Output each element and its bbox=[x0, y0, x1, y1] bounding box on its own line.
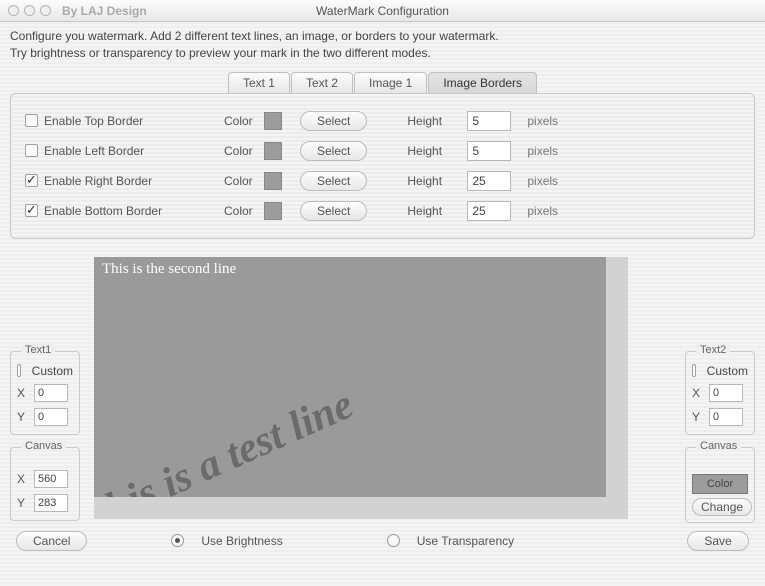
height-input-top[interactable] bbox=[467, 111, 511, 131]
text1-x-label: X bbox=[17, 386, 29, 400]
zoom-icon[interactable] bbox=[40, 5, 51, 16]
color-swatch-right[interactable] bbox=[264, 172, 282, 190]
label-bottom-border: Enable Bottom Border bbox=[44, 204, 224, 218]
color-label: Color bbox=[224, 114, 264, 128]
radio-brightness[interactable] bbox=[171, 534, 184, 547]
height-input-left[interactable] bbox=[467, 141, 511, 161]
text2-y-input[interactable] bbox=[709, 408, 743, 426]
canvas-y-input[interactable] bbox=[34, 494, 68, 512]
tab-image1[interactable]: Image 1 bbox=[354, 72, 427, 93]
text2-legend: Text2 bbox=[696, 344, 730, 356]
canvas-color-button[interactable]: Color bbox=[692, 474, 748, 494]
color-swatch-left[interactable] bbox=[264, 142, 282, 160]
checkbox-top-border[interactable] bbox=[25, 114, 38, 127]
preview-line-1: This is a test line bbox=[94, 380, 360, 518]
left-column: Text1 Custom X Y Canvas X Y bbox=[10, 257, 88, 521]
right-column: Text2 Custom X Y Canvas Color Change bbox=[677, 257, 755, 523]
pixels-label: pixels bbox=[527, 114, 558, 128]
checkbox-text1-custom[interactable] bbox=[17, 364, 21, 377]
label-top-border: Enable Top Border bbox=[44, 114, 224, 128]
label-brightness: Use Brightness bbox=[201, 534, 282, 548]
color-swatch-top[interactable] bbox=[264, 112, 282, 130]
checkbox-right-border[interactable] bbox=[25, 174, 38, 187]
canvas-left-legend: Canvas bbox=[21, 440, 66, 452]
border-row-top: Enable Top Border Color Select Height pi… bbox=[25, 106, 740, 136]
select-button-top[interactable]: Select bbox=[300, 111, 367, 131]
canvas-x-input[interactable] bbox=[34, 470, 68, 488]
text2-x-input[interactable] bbox=[709, 384, 743, 402]
height-label: Height bbox=[407, 114, 467, 128]
text1-panel: Text1 Custom X Y bbox=[10, 351, 80, 435]
select-button-left[interactable]: Select bbox=[300, 141, 367, 161]
close-icon[interactable] bbox=[8, 5, 19, 16]
select-button-bottom[interactable]: Select bbox=[300, 201, 367, 221]
checkbox-bottom-border[interactable] bbox=[25, 204, 38, 217]
checkbox-left-border[interactable] bbox=[25, 144, 38, 157]
label-left-border: Enable Left Border bbox=[44, 144, 224, 158]
canvas-change-button[interactable]: Change bbox=[692, 498, 752, 516]
footer: Cancel Use Brightness Use Transparency S… bbox=[0, 531, 765, 551]
border-row-bottom: Enable Bottom Border Color Select Height… bbox=[25, 196, 740, 226]
canvas-left-panel: Canvas X Y bbox=[10, 447, 80, 521]
canvas-right-legend: Canvas bbox=[696, 440, 741, 452]
height-input-right[interactable] bbox=[467, 171, 511, 191]
help-text: Configure you watermark. Add 2 different… bbox=[0, 22, 765, 66]
label-right-border: Enable Right Border bbox=[44, 174, 224, 188]
tab-text1[interactable]: Text 1 bbox=[228, 72, 290, 93]
text1-x-input[interactable] bbox=[34, 384, 68, 402]
watermark-preview: This is the second line This is a test l… bbox=[94, 257, 628, 519]
help-line-2: Try brightness or transparency to previe… bbox=[10, 45, 755, 62]
label-text2-custom: Custom bbox=[707, 364, 748, 378]
label-transparency: Use Transparency bbox=[417, 534, 514, 548]
select-button-right[interactable]: Select bbox=[300, 171, 367, 191]
save-button[interactable]: Save bbox=[687, 531, 749, 551]
height-input-bottom[interactable] bbox=[467, 201, 511, 221]
text2-panel: Text2 Custom X Y bbox=[685, 351, 755, 435]
cancel-button[interactable]: Cancel bbox=[16, 531, 87, 551]
help-line-1: Configure you watermark. Add 2 different… bbox=[10, 28, 755, 45]
preview-wrap: This is the second line This is a test l… bbox=[94, 257, 671, 519]
radio-transparency[interactable] bbox=[387, 534, 400, 547]
text1-y-input[interactable] bbox=[34, 408, 68, 426]
border-panel: Enable Top Border Color Select Height pi… bbox=[10, 93, 755, 239]
preview-line-2: This is the second line bbox=[102, 261, 236, 278]
checkbox-text2-custom[interactable] bbox=[692, 364, 696, 377]
tab-text2[interactable]: Text 2 bbox=[291, 72, 353, 93]
canvas-right-panel: Canvas Color Change bbox=[685, 447, 755, 523]
minimize-icon[interactable] bbox=[24, 5, 35, 16]
text1-legend: Text1 bbox=[21, 344, 55, 356]
border-row-left: Enable Left Border Color Select Height p… bbox=[25, 136, 740, 166]
author-label: By LAJ Design bbox=[62, 4, 147, 18]
tab-image-borders[interactable]: Image Borders bbox=[428, 72, 537, 93]
tab-bar: Text 1 Text 2 Image 1 Image Borders bbox=[0, 72, 765, 93]
label-text1-custom: Custom bbox=[32, 364, 73, 378]
window-titlebar: By LAJ Design WaterMark Configuration bbox=[0, 0, 765, 22]
color-swatch-bottom[interactable] bbox=[264, 202, 282, 220]
border-row-right: Enable Right Border Color Select Height … bbox=[25, 166, 740, 196]
text1-y-label: Y bbox=[17, 410, 29, 424]
